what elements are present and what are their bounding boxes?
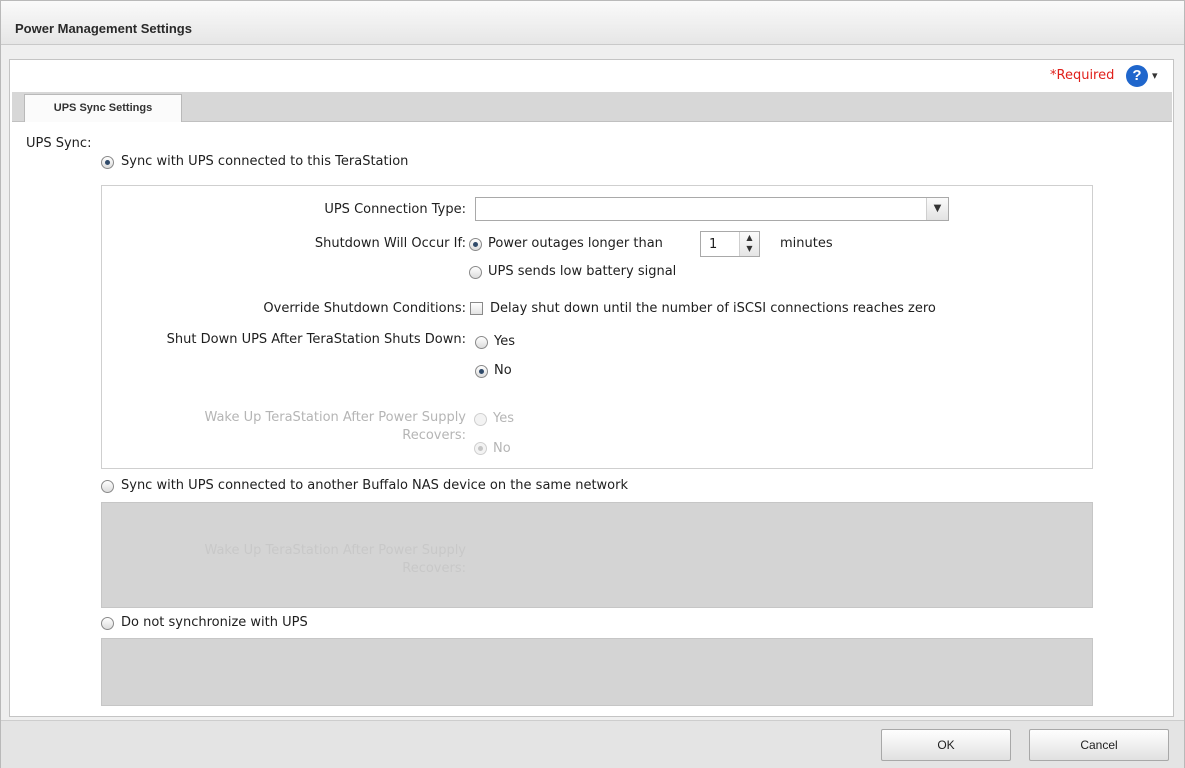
minutes-value: 1 <box>709 237 718 252</box>
stepper-arrows-icon[interactable]: ▲ ▼ <box>739 232 759 256</box>
dialog-titlebar: Power Management Settings <box>1 1 1184 45</box>
tab-ups-sync-settings[interactable]: UPS Sync Settings <box>24 94 182 122</box>
radio-sync-local-label: Sync with UPS connected to this TeraStat… <box>121 154 409 169</box>
override-label: Override Shutdown Conditions: <box>263 301 466 316</box>
radio-low-battery[interactable] <box>469 266 482 279</box>
required-label: *Required <box>1050 68 1115 83</box>
wake-up-yes-label: Yes <box>493 411 514 426</box>
cancel-button[interactable]: Cancel <box>1029 729 1169 761</box>
wake-up-no-label: No <box>493 441 511 456</box>
wake-up-label-line2: Recovers: <box>402 428 466 443</box>
connection-type-label: UPS Connection Type: <box>324 202 466 217</box>
shutdown-ups-label: Shut Down UPS After TeraStation Shuts Do… <box>166 332 466 347</box>
network-wake-up-label-line2: Recovers: <box>402 561 466 576</box>
dialog-content: *Required ? ▾ UPS Sync Settings UPS Sync… <box>9 59 1174 717</box>
no-sync-panel <box>101 638 1093 706</box>
radio-power-outage[interactable] <box>469 238 482 251</box>
power-outage-label: Power outages longer than <box>488 236 663 251</box>
radio-sync-local[interactable] <box>101 156 114 169</box>
delay-shutdown-checkbox[interactable] <box>470 302 483 315</box>
help-icon: ? <box>1126 65 1148 87</box>
shutdown-ups-no-label: No <box>494 363 512 378</box>
radio-no-sync-label: Do not synchronize with UPS <box>121 615 308 630</box>
minutes-unit-label: minutes <box>780 236 833 251</box>
help-button[interactable]: ? ▾ <box>1122 63 1166 89</box>
radio-wake-up-no[interactable] <box>474 442 487 455</box>
connection-type-select[interactable]: ▼ <box>475 197 949 221</box>
dialog-footer: OK Cancel <box>1 720 1184 768</box>
dialog-title: Power Management Settings <box>15 21 192 36</box>
shutdown-ups-yes-label: Yes <box>494 334 515 349</box>
radio-no-sync[interactable] <box>101 617 114 630</box>
local-sync-panel <box>101 185 1093 469</box>
radio-sync-network-label: Sync with UPS connected to another Buffa… <box>121 478 629 493</box>
chevron-down-icon: ▼ <box>926 198 948 220</box>
network-wake-up-label-line1: Wake Up TeraStation After Power Supply <box>204 543 466 558</box>
ups-sync-label: UPS Sync: <box>26 136 92 151</box>
radio-sync-network[interactable] <box>101 480 114 493</box>
wake-up-label-line1: Wake Up TeraStation After Power Supply <box>204 410 466 425</box>
ok-button[interactable]: OK <box>881 729 1011 761</box>
radio-wake-up-yes[interactable] <box>474 413 487 426</box>
delay-shutdown-label: Delay shut down until the number of iSCS… <box>490 301 936 316</box>
network-sync-panel: Wake Up TeraStation After Power Supply R… <box>101 502 1093 608</box>
low-battery-label: UPS sends low battery signal <box>488 264 677 279</box>
tab-bar: UPS Sync Settings <box>12 92 1172 122</box>
chevron-down-icon: ▾ <box>1152 69 1158 82</box>
shutdown-condition-label: Shutdown Will Occur If: <box>314 236 466 251</box>
radio-shutdown-ups-yes[interactable] <box>475 336 488 349</box>
minutes-stepper[interactable]: 1 ▲ ▼ <box>700 231 760 257</box>
radio-shutdown-ups-no[interactable] <box>475 365 488 378</box>
power-management-dialog: Power Management Settings *Required ? ▾ … <box>0 0 1185 768</box>
